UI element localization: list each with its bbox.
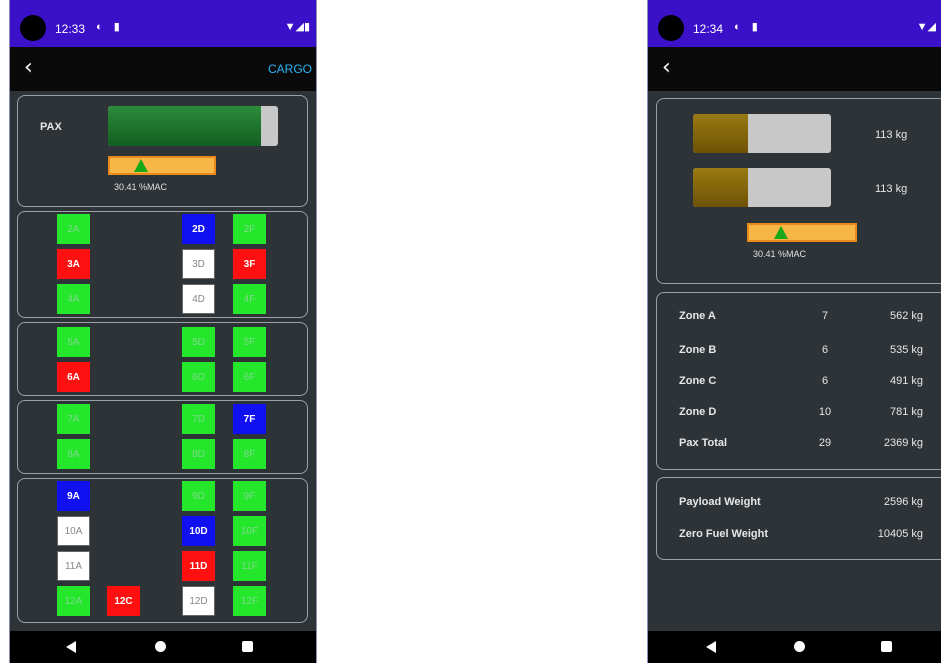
seat-10f[interactable]: 10F [233, 516, 266, 546]
nav-back-icon[interactable] [706, 641, 716, 653]
pax-summary-panel: PAX 30.41 %MAC [17, 95, 308, 207]
zone-weight: 781 kg [889, 406, 923, 418]
zone-name: Zone C [679, 375, 717, 387]
seat-10d[interactable]: 10D [182, 516, 215, 546]
system-nav-bar [10, 631, 316, 663]
zone-name: Zone D [679, 406, 717, 418]
seat-2a[interactable]: 2A [57, 214, 90, 244]
camera-cutout [20, 15, 46, 41]
mac-value: 30.41 %MAC [753, 249, 807, 259]
seat-3a[interactable]: 3A [57, 249, 90, 279]
seat-9f[interactable]: 9F [233, 481, 266, 511]
seat-4a[interactable]: 4A [57, 284, 90, 314]
signal-battery-icons: ▼◢▮ [284, 21, 310, 33]
seat-6f[interactable]: 6F [233, 362, 266, 392]
weight-value: 10405 kg [877, 528, 923, 540]
system-nav-bar [648, 631, 941, 663]
seat-11f[interactable]: 11F [233, 551, 266, 581]
zone-name: Zone B [679, 344, 717, 356]
weight-name: Zero Fuel Weight [679, 528, 769, 540]
seat-5f[interactable]: 5F [233, 327, 266, 357]
zone-name: Zone A [679, 310, 716, 322]
status-time: 12:34 [693, 22, 724, 36]
cargo-bar-1-fill [693, 114, 749, 153]
seat-7d[interactable]: 7D [182, 404, 215, 434]
zone-name: Pax Total [679, 437, 728, 449]
zone-count: 7 [821, 310, 829, 322]
seat-5d[interactable]: 5D [182, 327, 215, 357]
back-arrow-icon[interactable]: ‹ [662, 55, 671, 80]
seat-7f[interactable]: 7F [233, 404, 266, 434]
total-weights-panel: Payload Weight 2596 kg Zero Fuel Weight 104… [656, 477, 941, 560]
seat-6a[interactable]: 6A [57, 362, 90, 392]
cargo-bar-1 [693, 114, 831, 153]
mac-indicator-bar [747, 223, 857, 242]
cargo-bar-2-value: 113 kg [875, 183, 908, 195]
zone-count: 6 [821, 344, 829, 356]
zone-weight: 2369 kg [883, 437, 923, 449]
nav-home-icon[interactable] [794, 641, 805, 652]
zone-weight: 562 kg [889, 310, 923, 322]
zone-weight: 491 kg [889, 375, 923, 387]
mac-indicator-bar [108, 156, 216, 175]
seat-11a[interactable]: 11A [57, 551, 90, 581]
seat-3f[interactable]: 3F [233, 249, 266, 279]
seat-8d[interactable]: 8D [182, 439, 215, 469]
seat-12c[interactable]: 12C [107, 586, 140, 616]
seat-3d[interactable]: 3D [182, 249, 215, 279]
mac-marker-icon [773, 226, 788, 239]
app-toolbar: ‹ [648, 47, 941, 91]
zone-weights-panel: Zone A 7 562 kg Zone B 6 535 kg Zone C 6 491 kg Z… [656, 292, 941, 470]
seat-6d[interactable]: 6D [182, 362, 215, 392]
phone-screen-weights: 12:34 ◐ ▮ ▼◢ ‹ 113 kg 113 kg 30.41 %MAC … [647, 0, 941, 663]
cargo-bar-2-fill [693, 168, 749, 207]
pax-load-fill [108, 106, 261, 146]
notification-icons: ◐ ▮ [96, 21, 124, 33]
seat-8f[interactable]: 8F [233, 439, 266, 469]
cargo-summary-panel: 113 kg 113 kg 30.41 %MAC [656, 98, 941, 284]
zone-count: 10 [818, 406, 832, 418]
cargo-bar-1-value: 113 kg [875, 129, 908, 141]
seat-9d[interactable]: 9D [182, 481, 215, 511]
seat-2d[interactable]: 2D [182, 214, 215, 244]
notification-icons: ◐ ▮ [734, 21, 762, 33]
cargo-bar-2 [693, 168, 831, 207]
seat-9a[interactable]: 9A [57, 481, 90, 511]
seat-4f[interactable]: 4F [233, 284, 266, 314]
seat-7a[interactable]: 7A [57, 404, 90, 434]
pax-load-bar [108, 106, 278, 146]
nav-recents-icon[interactable] [242, 641, 253, 652]
seat-12a[interactable]: 12A [57, 586, 90, 616]
app-toolbar: ‹ CARGO [10, 47, 316, 91]
phone-screen-seat-map: 12:33 ◐ ▮ ▼◢▮ ‹ CARGO PAX 30.41 %MAC 2A 2… [9, 0, 317, 663]
nav-back-icon[interactable] [66, 641, 76, 653]
seat-12f[interactable]: 12F [233, 586, 266, 616]
weight-value: 2596 kg [883, 496, 923, 508]
seat-10a[interactable]: 10A [57, 516, 90, 546]
nav-recents-icon[interactable] [881, 641, 892, 652]
camera-cutout [658, 15, 684, 41]
pax-label: PAX [40, 121, 62, 133]
seat-4d[interactable]: 4D [182, 284, 215, 314]
status-bar: 12:34 ◐ ▮ ▼◢ [648, 0, 941, 47]
mac-value: 30.41 %MAC [114, 182, 168, 192]
seat-5a[interactable]: 5A [57, 327, 90, 357]
zone-count: 6 [821, 375, 829, 387]
seat-12d[interactable]: 12D [182, 586, 215, 616]
status-time: 12:33 [55, 22, 86, 36]
signal-battery-icons: ▼◢ [916, 21, 936, 33]
cargo-button[interactable]: CARGO [268, 62, 312, 76]
seat-11d[interactable]: 11D [182, 551, 215, 581]
status-bar: 12:33 ◐ ▮ ▼◢▮ [10, 0, 316, 47]
seat-2f[interactable]: 2F [233, 214, 266, 244]
zone-count: 29 [818, 437, 832, 449]
seat-8a[interactable]: 8A [57, 439, 90, 469]
zone-weight: 535 kg [889, 344, 923, 356]
nav-home-icon[interactable] [155, 641, 166, 652]
back-arrow-icon[interactable]: ‹ [24, 55, 33, 80]
mac-marker-icon [134, 159, 149, 172]
weight-name: Payload Weight [679, 496, 761, 508]
